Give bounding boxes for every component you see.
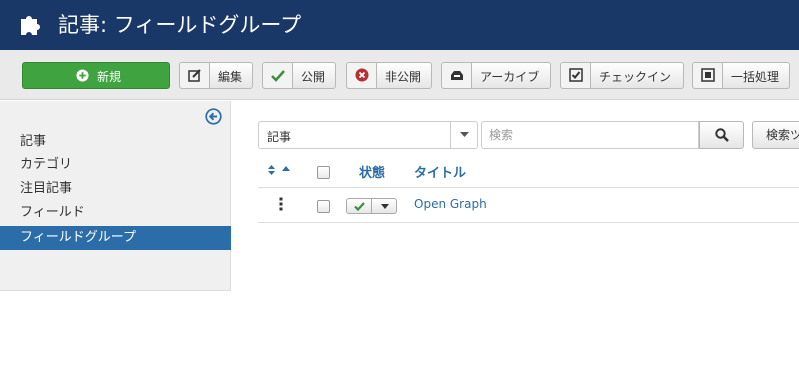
row-checkbox[interactable] [317, 200, 330, 213]
column-header-title[interactable]: タイトル [414, 162, 466, 181]
batch-button[interactable]: 一括処理 [692, 62, 790, 89]
unpublish-button-label: 非公開 [385, 70, 422, 84]
drag-handle-icon[interactable] [279, 197, 283, 211]
page-title: 記事: フィールドグループ [58, 13, 302, 37]
column-header-status[interactable]: 状態 [359, 162, 385, 181]
publish-button[interactable]: 公開 [262, 62, 336, 89]
row-title-link[interactable]: Open Graph [414, 197, 487, 211]
toolbar: 新規 編集 公開 非公開 アーカイブ チェックイン 一括処理 [0, 50, 799, 100]
context-select[interactable]: 記事 [258, 121, 478, 149]
sidebar-item-field-groups[interactable]: フィールドグループ [0, 226, 231, 250]
sidebar: 記事 カテゴリ 注目記事 フィールド フィールドグループ [0, 101, 231, 291]
new-button-label: 新規 [96, 70, 121, 84]
table-row: Open Graph [258, 188, 799, 223]
publish-button-label: 公開 [301, 70, 326, 84]
status-caret-down-icon[interactable] [373, 199, 397, 213]
archive-button[interactable]: アーカイブ [441, 62, 551, 89]
sidebar-item-featured[interactable]: 注目記事 [0, 177, 231, 201]
new-button[interactable]: 新規 [22, 62, 170, 89]
edit-button-label: 編集 [218, 70, 243, 84]
page-header: 記事: フィールドグループ [0, 0, 799, 50]
sidebar-item-articles[interactable]: 記事 [0, 130, 231, 154]
sidebar-item-categories[interactable]: カテゴリ [0, 153, 231, 177]
search-icon [715, 128, 729, 142]
archive-button-label: アーカイブ [480, 70, 540, 84]
search-button[interactable] [699, 121, 744, 149]
context-select-value: 記事 [267, 130, 292, 144]
batch-button-label: 一括処理 [731, 70, 780, 84]
sidebar-item-fields[interactable]: フィールド [0, 201, 231, 225]
search-input[interactable]: 検索 [481, 121, 699, 149]
search-tools-button[interactable]: 検索ツール [752, 121, 799, 149]
edit-icon [180, 63, 210, 88]
caret-down-icon [450, 122, 477, 148]
check-icon [263, 63, 293, 88]
puzzle-icon [21, 16, 40, 35]
cancel-circle-icon [347, 63, 377, 88]
checkin-button-label: チェックイン [599, 70, 672, 84]
status-toggle-group [346, 198, 397, 214]
published-check-icon[interactable] [347, 199, 372, 213]
checkbox-checked-icon [561, 63, 591, 88]
unpublish-button[interactable]: 非公開 [346, 62, 432, 89]
collapse-sidebar-icon[interactable] [205, 108, 222, 125]
table-header: 状態 タイトル [258, 154, 799, 188]
sort-ordering-icon[interactable] [268, 165, 296, 175]
archive-icon [442, 63, 472, 88]
batch-square-icon [693, 63, 723, 88]
checkin-button[interactable]: チェックイン [560, 62, 684, 89]
select-all-checkbox[interactable] [317, 166, 330, 179]
edit-button[interactable]: 編集 [179, 62, 253, 89]
